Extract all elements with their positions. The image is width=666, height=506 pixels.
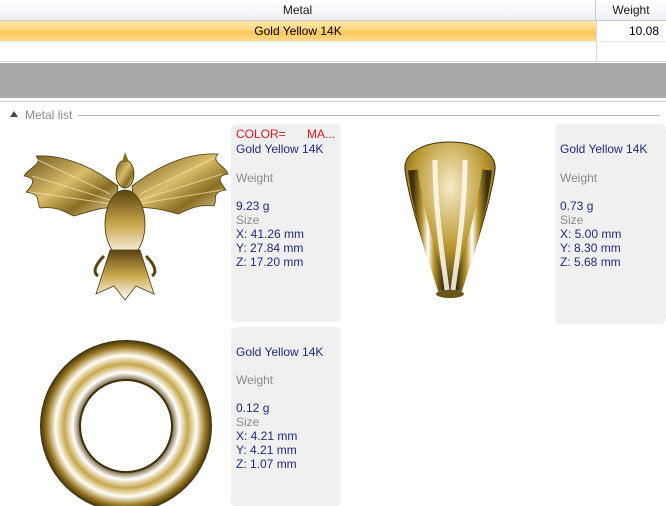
metal-grid: Metal Weight Gold Yellow 14K 10.08 xyxy=(0,0,666,62)
metal-name: Gold Yellow 14K xyxy=(236,345,324,359)
metal-info-card: Gold Yellow 14K Weight 0.12 g Size X: 4.… xyxy=(231,327,341,506)
weight-label: Weight xyxy=(560,171,598,185)
metal-list-group-header[interactable]: Metal list xyxy=(10,108,660,122)
eagle-pendant-icon[interactable] xyxy=(18,146,232,304)
collapse-triangle-icon[interactable] xyxy=(10,111,18,117)
size-label: Size xyxy=(236,415,260,429)
size-z: Z: 1.07 mm xyxy=(236,457,297,471)
metal-cell[interactable]: Gold Yellow 14K xyxy=(0,21,596,41)
grid-empty-area xyxy=(0,63,666,98)
size-y: Y: 27.84 mm xyxy=(236,241,304,255)
weight-value: 0.73 g xyxy=(560,199,594,213)
color-label: COLOR= xyxy=(236,127,286,141)
size-x: X: 4.21 mm xyxy=(236,429,298,443)
metal-info-card: COLOR= MA... Gold Yellow 14K Weight 9.23… xyxy=(231,124,341,322)
metal-column-header[interactable]: Metal xyxy=(0,0,596,21)
size-x: X: 41.26 mm xyxy=(236,227,305,241)
size-z: Z: 5.68 mm xyxy=(560,255,621,269)
weight-cell[interactable]: 10.08 xyxy=(596,21,666,41)
divider xyxy=(0,101,666,102)
metal-cell-empty[interactable] xyxy=(0,41,596,62)
size-y: Y: 4.21 mm xyxy=(236,443,297,457)
grid-header: Metal Weight xyxy=(0,0,666,21)
weight-column-header[interactable]: Weight xyxy=(596,0,666,21)
weight-value: 0.12 g xyxy=(236,401,270,415)
size-label: Size xyxy=(560,213,584,227)
size-label: Size xyxy=(236,213,260,227)
weight-label: Weight xyxy=(236,373,274,387)
table-row[interactable]: Gold Yellow 14K 10.08 xyxy=(0,21,666,41)
weight-value: 9.23 g xyxy=(236,199,270,213)
size-x: X: 5.00 mm xyxy=(560,227,622,241)
group-divider xyxy=(78,114,660,116)
bail-icon[interactable] xyxy=(395,140,505,300)
weight-cell-empty[interactable] xyxy=(596,41,666,62)
group-title: Metal list xyxy=(25,108,73,122)
metal-name: Gold Yellow 14K xyxy=(560,142,648,156)
weight-label: Weight xyxy=(236,171,274,185)
material-label: MA... xyxy=(307,127,336,141)
metal-info-card: Gold Yellow 14K Weight 0.73 g Size X: 5.… xyxy=(555,124,666,324)
size-y: Y: 8.30 mm xyxy=(560,241,621,255)
jump-ring-icon[interactable] xyxy=(38,340,214,506)
size-z: Z: 17.20 mm xyxy=(236,255,304,269)
table-row-empty[interactable] xyxy=(0,41,666,62)
metal-name: Gold Yellow 14K xyxy=(236,142,324,156)
